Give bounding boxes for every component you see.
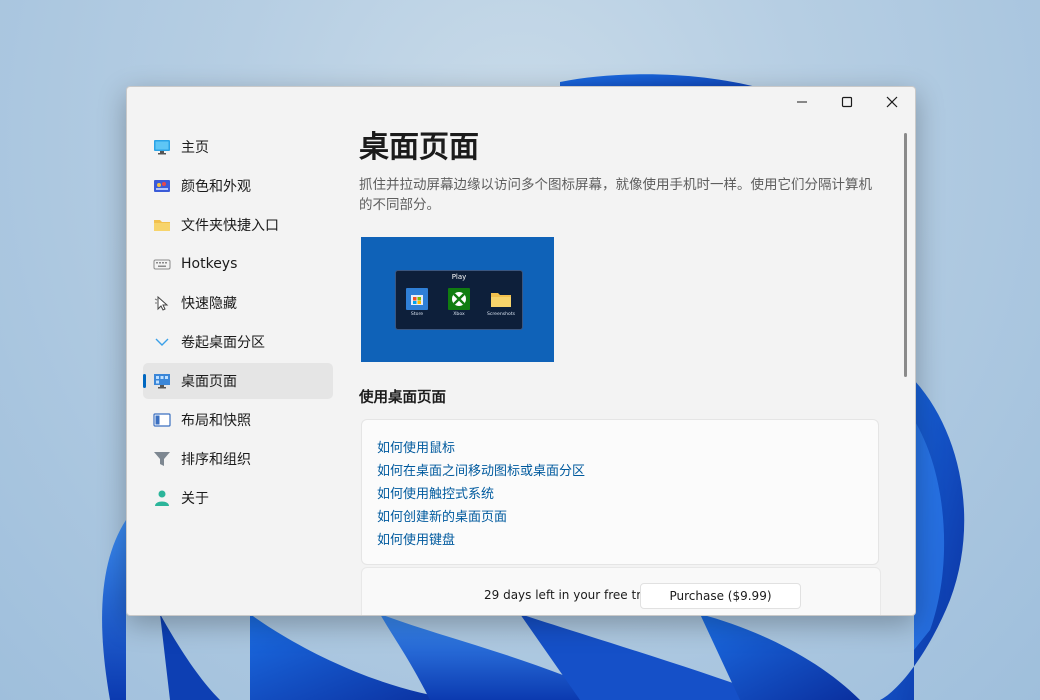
sidebar-item-rollup[interactable]: 卷起桌面分区 xyxy=(143,324,333,360)
palette-icon xyxy=(153,177,171,195)
sidebar-item-label: 桌面页面 xyxy=(181,374,237,390)
sidebar-item-about[interactable]: 关于 xyxy=(143,480,333,516)
close-button[interactable] xyxy=(869,87,915,117)
desktop-pages-icon xyxy=(153,372,171,390)
keyboard-icon xyxy=(153,255,171,273)
sidebar-item-label: 快速隐藏 xyxy=(181,296,237,312)
section-title: 使用桌面页面 xyxy=(359,390,446,406)
sidebar-item-label: 排序和组织 xyxy=(181,452,251,468)
main-content: 桌面页面 抓住并拉动屏幕边缘以访问多个图标屏幕，就像使用手机时一样。使用它们分隔… xyxy=(359,127,885,565)
sidebar-item-label: Hotkeys xyxy=(181,256,238,272)
help-link-mouse[interactable]: 如何使用鼠标 xyxy=(377,437,878,460)
help-link-touch[interactable]: 如何使用触控式系统 xyxy=(377,483,878,506)
cursor-click-icon xyxy=(153,294,171,312)
store-icon xyxy=(406,288,428,310)
purchase-button[interactable]: Purchase ($9.99) xyxy=(640,583,801,609)
sidebar-item-appearance[interactable]: 颜色和外观 xyxy=(143,168,333,204)
person-icon xyxy=(153,489,171,507)
sidebar-nav: 主页 颜色和外观 文件夹快捷入口 Hotkeys 快速隐藏 卷起桌面分区 桌面页… xyxy=(143,129,333,519)
xbox-icon xyxy=(448,288,470,310)
sidebar-item-label: 布局和快照 xyxy=(181,413,251,429)
sidebar-item-sorting[interactable]: 排序和组织 xyxy=(143,441,333,477)
page-description: 抓住并拉动屏幕边缘以访问多个图标屏幕，就像使用手机时一样。使用它们分隔计算机的不… xyxy=(359,177,872,213)
sidebar-item-label: 关于 xyxy=(181,491,209,507)
minimize-icon xyxy=(797,101,807,103)
preview-tile-label: Screenshots xyxy=(486,312,516,317)
monitor-icon xyxy=(153,138,171,156)
close-icon xyxy=(886,96,898,108)
vertical-scrollbar[interactable] xyxy=(904,133,907,377)
maximize-icon xyxy=(841,96,853,108)
minimize-button[interactable] xyxy=(779,87,825,117)
sidebar-item-hotkeys[interactable]: Hotkeys xyxy=(143,246,333,282)
page-title: 桌面页面 xyxy=(359,130,479,165)
preview-panel-title: Play xyxy=(451,273,467,281)
sidebar-item-label: 颜色和外观 xyxy=(181,179,251,195)
help-link-move-icons[interactable]: 如何在桌面之间移动图标或桌面分区 xyxy=(377,460,878,483)
preview-tile-label: Store xyxy=(410,312,424,317)
trial-status-text: 29 days left in your free tria xyxy=(484,588,652,602)
app-window: 主页 颜色和外观 文件夹快捷入口 Hotkeys 快速隐藏 卷起桌面分区 桌面页… xyxy=(126,86,916,616)
chevron-down-icon xyxy=(153,333,171,351)
maximize-button[interactable] xyxy=(824,87,870,117)
sidebar-item-label: 卷起桌面分区 xyxy=(181,335,265,351)
help-link-keyboard[interactable]: 如何使用键盘 xyxy=(377,529,878,552)
sidebar-item-label: 文件夹快捷入口 xyxy=(181,218,279,234)
help-links-card: 如何使用鼠标 如何在桌面之间移动图标或桌面分区 如何使用触控式系统 如何创建新的… xyxy=(361,419,879,565)
sidebar-item-quick-hide[interactable]: 快速隐藏 xyxy=(143,285,333,321)
sidebar-item-home[interactable]: 主页 xyxy=(143,129,333,165)
preview-tile-label: Xbox xyxy=(453,312,465,317)
folder-icon xyxy=(490,288,512,310)
sidebar-item-folder-portals[interactable]: 文件夹快捷入口 xyxy=(143,207,333,243)
sidebar-item-desktop-pages[interactable]: 桌面页面 xyxy=(143,363,333,399)
preview-folder-panel: Play Store Xbox Screenshots xyxy=(395,270,523,330)
desktop-pages-preview-image: Play Store Xbox Screenshots xyxy=(361,237,554,362)
folder-icon xyxy=(153,216,171,234)
title-bar xyxy=(127,87,915,117)
layout-icon xyxy=(153,411,171,429)
trial-footer: 29 days left in your free tria Purchase … xyxy=(361,567,881,615)
sidebar-item-layouts[interactable]: 布局和快照 xyxy=(143,402,333,438)
filter-icon xyxy=(153,450,171,468)
sidebar-item-label: 主页 xyxy=(181,140,209,156)
help-link-create-page[interactable]: 如何创建新的桌面页面 xyxy=(377,506,878,529)
